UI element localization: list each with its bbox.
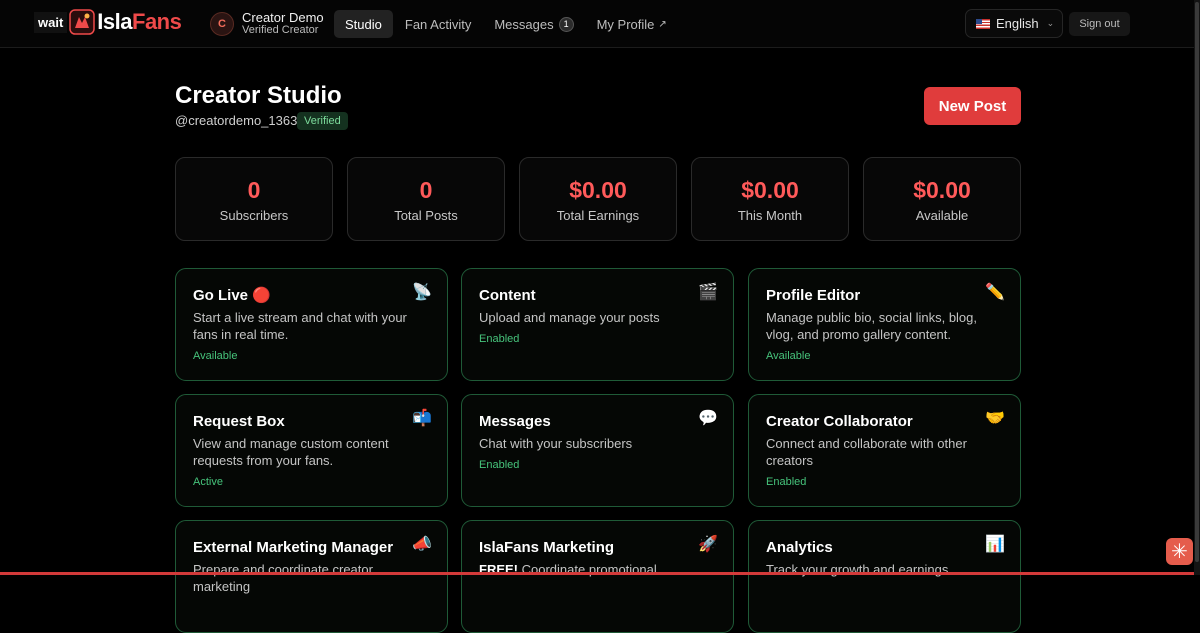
card-description: Start a live stream and chat with your f… [193, 310, 407, 342]
card-description: Connect and collaborate with other creat… [766, 436, 967, 468]
sparkle-icon: ✳ [1171, 541, 1188, 563]
new-post-button[interactable]: New Post [924, 87, 1021, 125]
card-description: Manage public bio, social links, blog, v… [766, 310, 978, 342]
card-go-live[interactable]: Go Live 🔴 Start a live stream and chat w… [175, 268, 448, 381]
clapper-icon: 🎬 [698, 284, 718, 301]
card-status: Enabled [479, 333, 520, 345]
stat-available: $0.00 Available [863, 157, 1021, 241]
stat-subscribers: 0 Subscribers [175, 157, 333, 241]
brand-logo[interactable]: wait IslaFans [34, 9, 182, 35]
card-title: External Marketing Manager [193, 539, 394, 556]
messages-count-badge: 1 [558, 16, 574, 32]
stat-value: 0 [419, 176, 433, 203]
page-title: Creator Studio [175, 82, 342, 109]
card-status: Enabled [479, 459, 520, 471]
card-title: Analytics [766, 539, 833, 556]
nav-fan-activity[interactable]: Fan Activity [394, 10, 482, 38]
card-profile-editor[interactable]: Profile Editor Manage public bio, social… [748, 268, 1021, 381]
user-name: Creator Demo [242, 10, 324, 25]
avatar: C [210, 12, 234, 36]
stat-label: Available [915, 207, 969, 223]
nav-my-profile[interactable]: My Profile ↗ [586, 10, 678, 38]
card-analytics[interactable]: Analytics Track your growth and earnings… [748, 520, 1021, 633]
stat-this-month: $0.00 This Month [691, 157, 849, 241]
nav-studio[interactable]: Studio [334, 10, 393, 38]
card-title: Messages [479, 413, 551, 430]
stat-label: Total Posts [394, 207, 458, 223]
card-status: Active [193, 476, 223, 488]
card-status: Enabled [766, 476, 807, 488]
nav-messages[interactable]: Messages 1 [483, 10, 584, 38]
card-request-box[interactable]: Request Box View and manage custom conte… [175, 394, 448, 507]
card-description: Chat with your subscribers [479, 436, 633, 451]
stat-value: 0 [247, 176, 261, 203]
current-user[interactable]: C Creator Demo Verified Creator [210, 11, 324, 37]
card-external-marketing-manager[interactable]: External Marketing Manager Prepare and c… [175, 520, 448, 633]
logo-wordmark: IslaFans [97, 9, 182, 35]
card-title: Content [479, 287, 536, 304]
stat-label: This Month [737, 207, 803, 223]
rocket-icon: 🚀 [698, 536, 718, 553]
card-title: Request Box [193, 413, 285, 430]
card-status: Available [766, 350, 811, 362]
card-islafans-marketing[interactable]: IslaFans Marketing FREE! Coordinate prom… [461, 520, 734, 633]
logo-mark-icon [69, 9, 96, 35]
us-flag-icon [976, 18, 990, 29]
chart-icon: 📊 [985, 536, 1005, 553]
stat-label: Subscribers [219, 207, 289, 223]
logo-wait-label: wait [34, 11, 68, 33]
stat-label: Total Earnings [556, 207, 640, 223]
card-description: View and manage custom content requests … [193, 436, 389, 468]
main-nav: Studio Fan Activity Messages 1 My Profil… [334, 10, 679, 38]
card-description: FREE! Coordinate promotional [479, 561, 699, 578]
satellite-icon: 📡 [412, 284, 432, 301]
language-label: English [996, 16, 1039, 31]
stat-total-posts: 0 Total Posts [347, 157, 505, 241]
sign-out-button[interactable]: Sign out [1069, 12, 1130, 36]
card-content[interactable]: Content Upload and manage your posts Ena… [461, 268, 734, 381]
stat-value: $0.00 [569, 176, 627, 203]
card-title: IslaFans Marketing [479, 539, 615, 556]
logo-wordmark-fans: Fans [132, 9, 182, 34]
chevron-down-icon: ⌄ [1046, 18, 1055, 28]
card-title: Go Live 🔴 [193, 287, 271, 304]
language-select[interactable]: English ⌄ [965, 9, 1063, 38]
logo-wordmark-isla: Isla [97, 9, 132, 34]
assistant-launcher-button[interactable]: ✳ [1166, 538, 1193, 565]
user-role: Verified Creator [242, 24, 319, 36]
nav-my-profile-label: My Profile [596, 16, 655, 32]
card-title: Creator Collaborator [766, 413, 913, 430]
mailbox-icon: 📬 [412, 410, 432, 427]
stat-total-earnings: $0.00 Total Earnings [519, 157, 677, 241]
handshake-icon: 🤝 [985, 410, 1005, 427]
stat-value: $0.00 [741, 176, 799, 203]
card-creator-collaborator[interactable]: Creator Collaborator Connect and collabo… [748, 394, 1021, 507]
megaphone-icon: 📣 [412, 536, 432, 553]
pencil-icon: ✏️ [985, 284, 1005, 301]
card-title: Profile Editor [766, 287, 861, 304]
card-description: Prepare and coordinate creator marketing [193, 562, 373, 594]
card-description: Upload and manage your posts [479, 310, 660, 325]
stat-value: $0.00 [913, 176, 971, 203]
nav-messages-label: Messages [494, 16, 554, 32]
external-link-icon: ↗ [658, 18, 667, 30]
speech-bubble-icon: 💬 [698, 410, 718, 427]
verified-badge: Verified [297, 112, 348, 130]
creator-handle: @creatordemo_1363 [175, 113, 298, 128]
scrollbar-thumb[interactable] [1195, 2, 1199, 562]
card-status: Available [193, 350, 238, 362]
card-description: Track your growth and earnings [766, 562, 949, 577]
card-messages[interactable]: Messages Chat with your subscribers Enab… [461, 394, 734, 507]
